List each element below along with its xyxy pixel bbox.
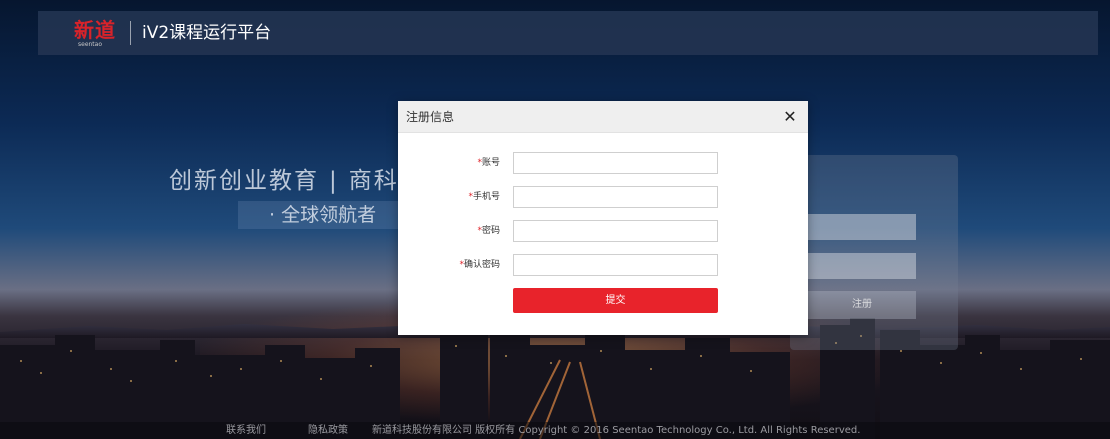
phone-label: *手机号	[468, 192, 500, 202]
confirm-password-input[interactable]	[513, 254, 718, 276]
header-divider	[130, 21, 131, 45]
slogan-left: 创新创业教育	[169, 168, 319, 194]
password-label: *密码	[477, 226, 500, 236]
form-row-account: *账号	[398, 152, 808, 174]
footer-contact-link[interactable]: 联系我们	[226, 422, 266, 439]
login-password-field[interactable]	[808, 253, 916, 279]
app-title: iV2课程运行平台	[142, 23, 272, 43]
brand-logo[interactable]: 新道 seentao	[74, 17, 120, 49]
logo-mark: 新道	[74, 18, 116, 42]
logo-subtext: seentao	[78, 41, 103, 48]
login-username-field[interactable]	[808, 214, 916, 240]
form-row-password: *密码	[398, 220, 808, 242]
password-input[interactable]	[513, 220, 718, 242]
slogan-right: 商科	[348, 168, 399, 194]
modal-title: 注册信息	[406, 110, 455, 124]
submit-button[interactable]: 提交	[513, 288, 718, 313]
confirm-password-label: *确认密码	[459, 260, 500, 270]
phone-input[interactable]	[513, 186, 718, 208]
hero-slogan: 创新创业教育 | 商科	[169, 166, 399, 196]
footer-copyright: 新道科技股份有限公司 版权所有 Copyright © 2016 Seentao…	[372, 425, 861, 436]
account-input[interactable]	[513, 152, 718, 174]
register-modal: 注册信息 ✕ *账号 *手机号 *密码 *确认密码 提交	[398, 101, 808, 335]
form-row-phone: *手机号	[398, 186, 808, 208]
footer-privacy-link[interactable]: 隐私政策	[308, 422, 348, 439]
top-header-bar: 新道 seentao iV2课程运行平台	[38, 11, 1098, 55]
close-icon[interactable]: ✕	[782, 109, 798, 125]
form-row-confirm-password: *确认密码	[398, 254, 808, 276]
register-button[interactable]: 注册	[808, 291, 916, 319]
footer: 联系我们 隐私政策 新道科技股份有限公司 版权所有 Copyright © 20…	[0, 422, 1110, 439]
slogan-separator: |	[329, 168, 339, 194]
account-label: *账号	[477, 158, 500, 168]
modal-header: 注册信息 ✕	[398, 101, 808, 133]
